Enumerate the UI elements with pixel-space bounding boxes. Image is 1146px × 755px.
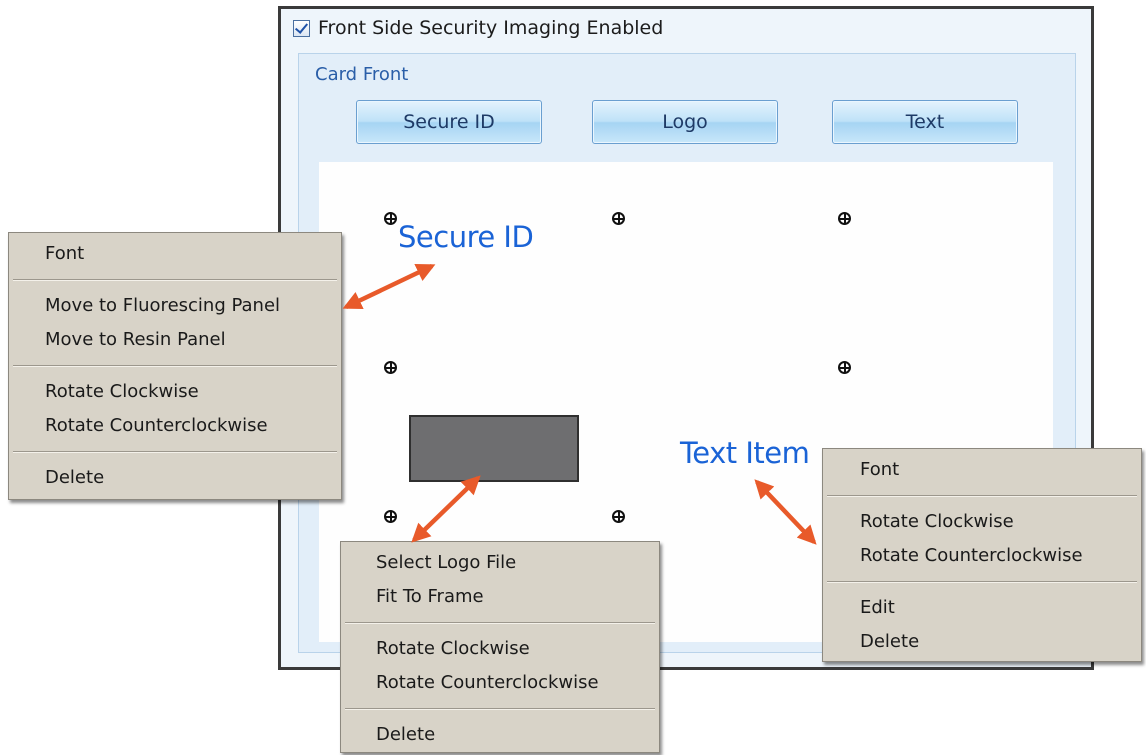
secure-id-context-menu: Font Move to Fluorescing Panel Move to R… bbox=[8, 232, 342, 500]
menu-item-move-fluorescing[interactable]: Move to Fluorescing Panel bbox=[9, 289, 341, 323]
menu-item-delete[interactable]: Delete bbox=[341, 718, 659, 752]
menu-separator bbox=[13, 279, 337, 281]
move-handle-icon[interactable] bbox=[612, 510, 625, 523]
menu-item-select-logo-file[interactable]: Select Logo File bbox=[341, 546, 659, 580]
menu-item-move-resin[interactable]: Move to Resin Panel bbox=[9, 323, 341, 357]
move-handle-icon[interactable] bbox=[384, 212, 397, 225]
logo-placeholder[interactable] bbox=[409, 415, 579, 482]
secure-id-button[interactable]: Secure ID bbox=[356, 100, 542, 144]
move-handle-icon[interactable] bbox=[384, 510, 397, 523]
secure-id-callout: Secure ID bbox=[398, 220, 534, 254]
menu-item-rotate-clockwise[interactable]: Rotate Clockwise bbox=[9, 375, 341, 409]
move-handle-icon[interactable] bbox=[838, 361, 851, 374]
menu-separator bbox=[345, 708, 655, 710]
menu-item-font[interactable]: Font bbox=[823, 453, 1141, 487]
move-handle-icon[interactable] bbox=[384, 361, 397, 374]
menu-item-rotate-counterclockwise[interactable]: Rotate Counterclockwise bbox=[823, 539, 1141, 573]
menu-separator bbox=[345, 622, 655, 624]
menu-separator bbox=[827, 495, 1137, 497]
front-side-security-checkbox[interactable] bbox=[293, 19, 310, 37]
move-handle-icon[interactable] bbox=[612, 212, 625, 225]
menu-item-rotate-counterclockwise[interactable]: Rotate Counterclockwise bbox=[9, 409, 341, 443]
text-item-callout: Text Item bbox=[680, 436, 810, 470]
menu-item-fit-to-frame[interactable]: Fit To Frame bbox=[341, 580, 659, 614]
logo-context-menu: Select Logo File Fit To Frame Rotate Clo… bbox=[340, 541, 660, 753]
front-side-security-label: Front Side Security Imaging Enabled bbox=[318, 17, 664, 39]
menu-item-delete[interactable]: Delete bbox=[9, 461, 341, 495]
text-button[interactable]: Text bbox=[832, 100, 1018, 144]
menu-item-rotate-counterclockwise[interactable]: Rotate Counterclockwise bbox=[341, 666, 659, 700]
menu-separator bbox=[13, 365, 337, 367]
enable-row: Front Side Security Imaging Enabled bbox=[293, 17, 663, 39]
menu-item-rotate-clockwise[interactable]: Rotate Clockwise bbox=[341, 632, 659, 666]
menu-separator bbox=[13, 451, 337, 453]
logo-button[interactable]: Logo bbox=[592, 100, 778, 144]
menu-item-delete[interactable]: Delete bbox=[823, 625, 1141, 659]
card-front-title: Card Front bbox=[315, 64, 409, 85]
move-handle-icon[interactable] bbox=[838, 212, 851, 225]
menu-item-font[interactable]: Font bbox=[9, 237, 341, 271]
text-item-context-menu: Font Rotate Clockwise Rotate Countercloc… bbox=[822, 448, 1142, 662]
menu-separator bbox=[827, 581, 1137, 583]
menu-item-edit[interactable]: Edit bbox=[823, 591, 1141, 625]
menu-item-rotate-clockwise[interactable]: Rotate Clockwise bbox=[823, 505, 1141, 539]
